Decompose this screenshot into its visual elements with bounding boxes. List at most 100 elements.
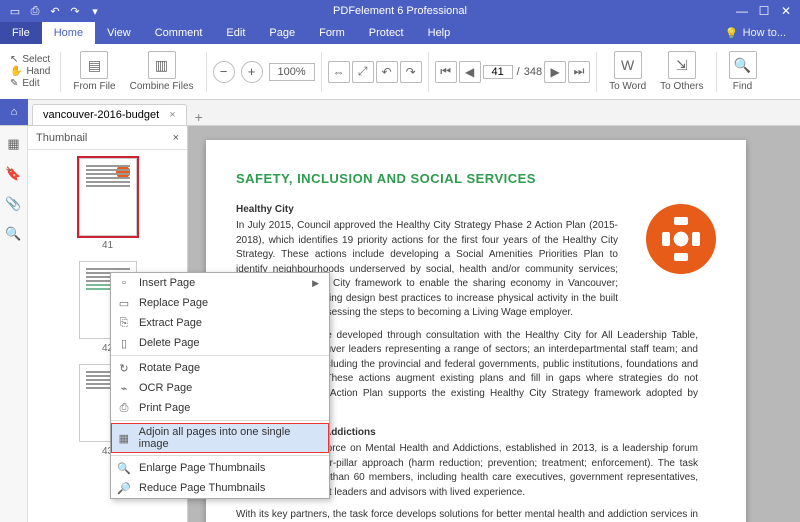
to-word-icon: W [614, 51, 642, 79]
ribbon-to-word[interactable]: W To Word [603, 49, 652, 94]
rail-bookmark-icon[interactable]: 🔖 [5, 166, 21, 182]
ctx-label: Adjoin all pages into one single image [139, 426, 319, 450]
menu-edit[interactable]: Edit [214, 22, 257, 44]
edit-tool[interactable]: ✎ Edit [10, 78, 50, 89]
home-tab-button[interactable]: ⌂ [0, 99, 28, 125]
menu-home[interactable]: Home [42, 22, 95, 44]
ribbon-combine[interactable]: ▥ Combine Files [124, 49, 200, 94]
ctx-label: Reduce Page Thumbnails [139, 482, 265, 494]
ctx-rotate-page[interactable]: ↻Rotate Page [111, 358, 329, 378]
title-bar: ▭ ⎙ ↶ ↷ ▾ PDFelement 6 Professional — ☐ … [0, 0, 800, 22]
zoom-in-button[interactable]: + [241, 61, 263, 83]
combine-label: Combine Files [130, 81, 194, 92]
to-others-label: To Others [660, 81, 703, 92]
document-tab[interactable]: vancouver-2016-budget × [32, 104, 187, 125]
fit-page-button[interactable]: ⤢ [352, 61, 374, 83]
menu-page[interactable]: Page [257, 22, 307, 44]
ribbon: ↖Select ✋Hand ✎ Edit ▤From File ▥ Combine … [0, 44, 800, 100]
ctx-reduce-thumbnails[interactable]: 🔎 Reduce Page Thumbnails [111, 478, 329, 498]
zoom-level[interactable]: 100% [269, 63, 315, 81]
quick-access-toolbar: ▭ ⎙ ↶ ↷ ▾ [0, 4, 110, 18]
hand-icon: ✋ [10, 66, 22, 77]
ctx-label: Insert Page [139, 277, 195, 289]
side-rail: ▦ 🔖 📎 🔍 [0, 126, 28, 522]
ctx-label: Print Page [139, 402, 190, 414]
prev-page-button[interactable]: ◀ [459, 61, 481, 83]
close-button[interactable]: ✕ [776, 2, 796, 20]
thumbnail-item[interactable] [79, 158, 137, 236]
window-controls: — ☐ ✕ [732, 2, 800, 20]
lightbulb-icon: 💡 [725, 27, 739, 40]
menu-form[interactable]: Form [307, 22, 357, 44]
ribbon-pointer-tools: ↖Select ✋Hand ✎ Edit [6, 54, 54, 89]
ctx-ocr-page[interactable]: ⌁OCR Page [111, 378, 329, 398]
ribbon-find[interactable]: 🔍 Find [723, 49, 763, 94]
find-icon: 🔍 [729, 51, 757, 79]
ctx-insert-page[interactable]: ▫Insert Page▶ [111, 273, 329, 293]
to-others-icon: ⇲ [668, 51, 696, 79]
ctx-extract-page[interactable]: ⎘Extract Page [111, 313, 329, 333]
menu-file[interactable]: File [0, 22, 42, 44]
fit-width-button[interactable]: ⇔ [328, 61, 350, 83]
page-sep: / [517, 66, 520, 78]
ocr-page-icon: ⌁ [117, 381, 131, 395]
new-tab-button[interactable]: + [195, 109, 203, 125]
combine-icon: ▥ [148, 51, 176, 79]
ctx-adjoin-pages[interactable]: ▦ Adjoin all pages into one single image [111, 423, 329, 453]
edit-label: Edit [22, 78, 39, 89]
select-tool[interactable]: ↖Select [10, 54, 50, 65]
ctx-label: Replace Page [139, 297, 208, 309]
qat-print-icon[interactable]: ⎙ [28, 4, 42, 18]
replace-page-icon: ▭ [117, 296, 131, 310]
rotate-ccw-button[interactable]: ↶ [376, 61, 398, 83]
context-menu: ▫Insert Page▶ ▭ Replace Page ⎘Extract Pag… [110, 272, 330, 499]
maximize-button[interactable]: ☐ [754, 2, 774, 20]
how-to-label: How to... [743, 27, 786, 39]
rotate-cw-button[interactable]: ↷ [400, 61, 422, 83]
menu-view[interactable]: View [95, 22, 143, 44]
to-word-label: To Word [609, 81, 646, 92]
ctx-delete-page[interactable]: ▯Delete Page [111, 333, 329, 353]
minimize-button[interactable]: — [732, 2, 752, 20]
ctx-print-page[interactable]: ⎙ Print Page [111, 398, 329, 418]
how-to-hint[interactable]: 💡 How to... [725, 27, 800, 40]
total-pages: 348 [524, 66, 542, 78]
rail-thumbnail-icon[interactable]: ▦ [7, 136, 19, 152]
hand-tool[interactable]: ✋Hand [10, 66, 50, 77]
find-label: Find [733, 81, 752, 92]
close-tab-button[interactable]: × [169, 109, 175, 121]
edit-icon: ✎ [10, 78, 18, 89]
extract-page-icon: ⎘ [117, 316, 131, 330]
current-page-input[interactable] [483, 65, 513, 79]
ctx-label: Delete Page [139, 337, 200, 349]
cursor-icon: ↖ [10, 54, 18, 65]
section-title: Healthy City [236, 203, 698, 218]
first-page-button[interactable]: ⏮ [435, 61, 457, 83]
ribbon-to-others[interactable]: ⇲ To Others [654, 49, 709, 94]
qat-undo-icon[interactable]: ↶ [48, 4, 62, 18]
document-tabbar: ⌂ vancouver-2016-budget × + [0, 100, 800, 126]
zoom-out-button[interactable]: − [213, 61, 235, 83]
qat-save-icon[interactable]: ▭ [8, 4, 22, 18]
qat-dropdown-icon[interactable]: ▾ [88, 4, 102, 18]
ribbon-zoom: − + 100% [213, 61, 315, 83]
menu-protect[interactable]: Protect [357, 22, 416, 44]
workspace: ▦ 🔖 📎 🔍 Thumbnail × 41 42 43 SAFETY, INC… [0, 126, 800, 522]
rotate-page-icon: ↻ [117, 361, 131, 375]
from-file-icon: ▤ [80, 51, 108, 79]
adjoin-icon: ▦ [117, 431, 131, 445]
thumbnail-page-label: 41 [36, 240, 179, 251]
ctx-replace-page[interactable]: ▭ Replace Page [111, 293, 329, 313]
menu-comment[interactable]: Comment [143, 22, 215, 44]
print-page-icon: ⎙ [117, 401, 131, 415]
reduce-icon: 🔎 [117, 481, 131, 495]
menu-help[interactable]: Help [416, 22, 463, 44]
ribbon-from-file[interactable]: ▤From File [67, 49, 121, 94]
qat-redo-icon[interactable]: ↷ [68, 4, 82, 18]
rail-attachment-icon[interactable]: 📎 [5, 196, 21, 212]
next-page-button[interactable]: ▶ [544, 61, 566, 83]
close-panel-button[interactable]: × [173, 132, 179, 144]
rail-search-icon[interactable]: 🔍 [5, 226, 21, 242]
last-page-button[interactable]: ⏭ [568, 61, 590, 83]
ctx-enlarge-thumbnails[interactable]: 🔍Enlarge Page Thumbnails [111, 458, 329, 478]
